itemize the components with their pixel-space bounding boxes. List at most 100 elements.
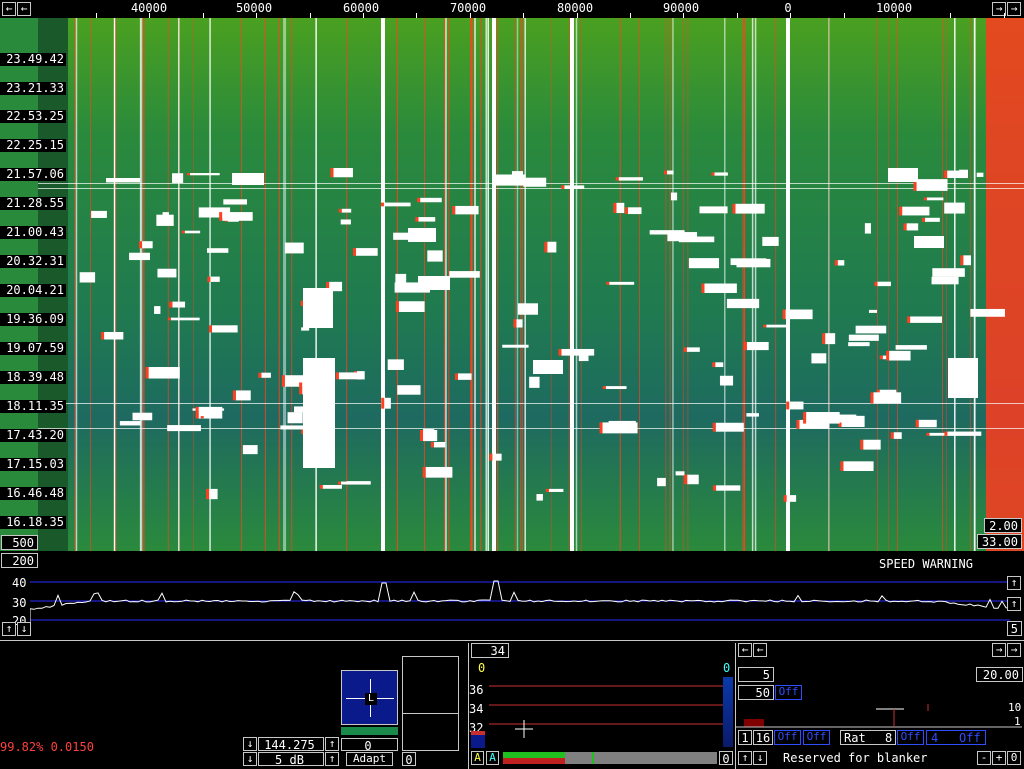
time-label: 23.49.42 [0,53,66,66]
time-label: 22.25.15 [0,139,66,152]
spectrum-graph[interactable] [30,571,1010,637]
squelch-meter[interactable]: L [341,670,398,725]
time-label: 20.32.31 [0,255,66,268]
afc-level-bar [503,752,717,764]
time-label: 19.07.59 [0,342,66,355]
freq-label: 80000 [556,1,594,15]
blanker-graph [736,704,1022,728]
audio-side-field[interactable]: 0 [402,752,416,767]
waterfall-display[interactable]: 23.49.42 23.21.33 22.53.25 22.25.15 21.5… [0,18,1024,551]
afc-ylabel: 36 [469,683,484,697]
blanker-minus-button[interactable]: - [977,751,991,765]
blanker-right2-button[interactable]: → [1007,643,1021,657]
gain-down-button[interactable]: ↓ [243,752,257,766]
speed-warning-text: SPEED WARNING [879,557,973,571]
rat-label: Rat [844,731,866,745]
blanker-4-control[interactable]: 4 Off [926,730,986,745]
freq-label: 10000 [875,1,913,15]
time-label: 21.57.06 [0,168,66,181]
blanker-16-field[interactable]: 16 [753,730,773,745]
frequency-field[interactable]: 144.275 [258,737,324,752]
spectrum-down-button[interactable]: ↓ [17,622,31,636]
blanker-up-button[interactable]: ↑ [738,751,752,765]
blanker-off-button[interactable]: Off [774,730,801,745]
waterfall-avg-field[interactable]: 500 [1,535,38,550]
gain-up-button[interactable]: ↑ [325,752,339,766]
squelch-value-field[interactable]: 0 [341,738,398,753]
blanker-50-field[interactable]: 50 [738,685,774,700]
squelch-bar [341,727,398,735]
time-label: 22.53.25 [0,110,66,123]
spectrum-scale-field[interactable]: 5 [1007,621,1022,636]
afc-a-button[interactable]: A [471,751,484,765]
rat-value: 8 [885,731,893,745]
spectrum-right-down-button[interactable]: ↑ [1007,597,1021,611]
adapt-button[interactable]: Adapt [346,752,393,766]
time-label: 20.04.21 [0,284,66,297]
time-label: 17.15.03 [0,458,66,471]
blanker-down-button[interactable]: ↓ [753,751,767,765]
blanker-4-off: Off [959,731,981,745]
time-label: 18.11.35 [0,400,66,413]
afc-bottom-field[interactable]: 0 [719,751,733,766]
blanker-20-field[interactable]: 20.00 [976,667,1023,682]
spectrum-ylabel: 30 [12,596,27,610]
afc-left-zero: 0 [478,661,486,675]
spectrum-avg-field[interactable]: 200 [1,553,38,568]
waterfall-gain-field[interactable]: 33.00 [977,534,1022,549]
freq-label: 40000 [130,1,168,15]
time-label: 23.21.33 [0,82,66,95]
freq-label: 70000 [449,1,487,15]
blanker-left-button[interactable]: ← [738,643,752,657]
freq-label: 90000 [662,1,700,15]
afc-a-button[interactable]: A [486,751,499,765]
blanker-plus-button[interactable]: + [992,751,1006,765]
time-label: 19.36.09 [0,313,66,326]
scope-baseline [403,713,458,714]
audio-scope [402,656,459,751]
freq-label: 60000 [342,1,380,15]
reserved-text: Reserved for blanker [783,751,928,765]
blanker-scale: 1 [1014,715,1021,728]
blanker-zero-button[interactable]: 0 [1007,751,1021,765]
afc-top-field[interactable]: 34 [471,643,509,658]
blanker-1-field[interactable]: 1 [738,730,752,745]
spectrum-ylabel: 40 [12,576,27,590]
waterfall-zero-field[interactable]: 2.00 [984,518,1022,533]
afc-right-bar [723,677,733,747]
rat-control[interactable]: Rat 8 [840,730,896,745]
blanker-off-button[interactable]: Off [775,685,802,700]
gain-field[interactable]: 5 dB [258,752,324,767]
freq-down-button[interactable]: ↓ [243,737,257,751]
blanker-off-button[interactable]: Off [803,730,830,745]
blanker-off-button[interactable]: Off [897,730,924,745]
afc-panel[interactable]: 34 0 0 36 34 32 A A 0 [468,643,734,769]
waterfall-image[interactable] [38,18,1024,551]
spectrum-panel[interactable]: 200 SPEED WARNING 40 30 20 ↑ ↓ ↑ ↑ 5 [0,551,1024,639]
blanker-left2-button[interactable]: ← [753,643,767,657]
status-readout: 99.82% 0.0150 [0,740,94,754]
afc-left-bar [471,731,485,748]
time-label: 17.43.20 [0,429,66,442]
spectrum-right-up-button[interactable]: ↑ [1007,576,1021,590]
time-label: 16.46.48 [0,487,66,500]
freq-label: 50000 [235,1,273,15]
blanker-right-button[interactable]: → [992,643,1006,657]
freq-up-button[interactable]: ↑ [325,737,339,751]
blanker-5-field[interactable]: 5 [738,667,774,682]
blanker-4-label: 4 [931,731,939,745]
freq-label: 0 [784,1,792,15]
time-label: 18.39.48 [0,371,66,384]
time-label: 21.00.43 [0,226,66,239]
spectrum-up-button[interactable]: ↑ [2,622,16,636]
blanker-panel[interactable]: ← ← → → 5 20.00 50 Off 10 1 1 16 Off Off… [735,643,1024,769]
time-label: 21.28.55 [0,197,66,210]
scroll-left-small-button[interactable]: ← [17,2,31,16]
afc-ylabel: 34 [469,702,484,716]
meter-marker: L [365,693,377,705]
scroll-right-button[interactable]: → [1007,2,1021,16]
time-label: 16.18.35 [0,516,66,529]
scroll-left-button[interactable]: ← [2,2,16,16]
frequency-axis: ← ← → → 40000 50000 60000 70000 80000 90… [0,0,1024,18]
afc-graph[interactable] [489,673,727,748]
